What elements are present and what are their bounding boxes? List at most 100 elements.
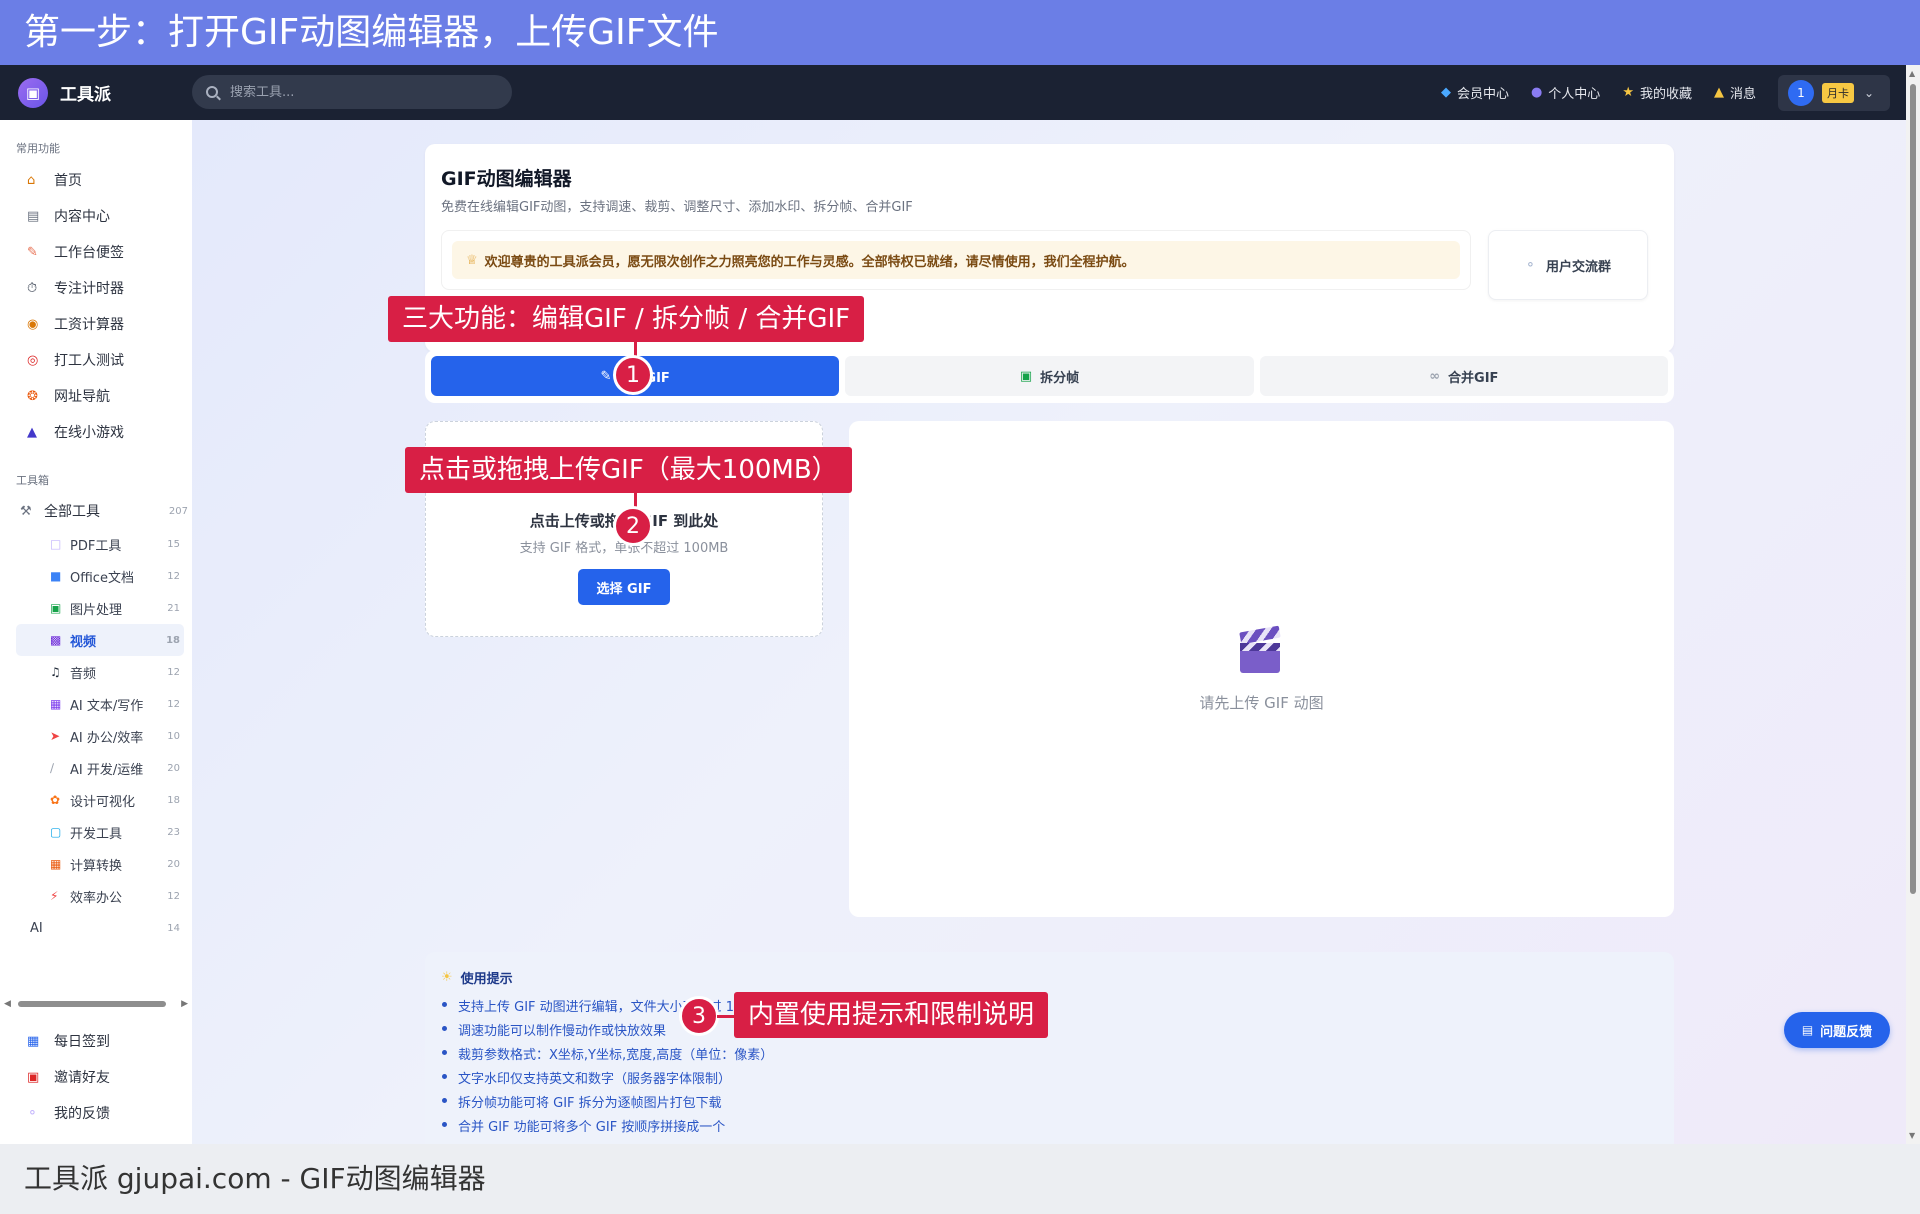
list-item: 拆分帧功能可将 GIF 拆分为逐帧图片打包下载 bbox=[441, 1092, 1658, 1116]
nav-label: 个人中心 bbox=[1548, 87, 1601, 102]
user-menu[interactable]: 1 月卡 ⌄ bbox=[1778, 74, 1890, 111]
tools-list: ⚒ 全部工具 207 □ PDF工具 15 ■ Office文档 12 ▣ 图片处理 21 … bbox=[0, 494, 192, 944]
scroll-right-icon[interactable]: ▶ bbox=[181, 999, 188, 1009]
sidebar-horizontal-scrollbar[interactable]: ◀ ▶ bbox=[4, 997, 188, 1011]
tab-merge-gif[interactable]: ∞ 合并GIF bbox=[1259, 356, 1668, 396]
welcome-text: 欢迎尊贵的工具派会员，愿无限次创作之力照亮您的工作与灵感。全部特权已就绪，请尽情… bbox=[484, 254, 1135, 270]
footer-caption: 工具派 gjupai.com - GIF动图编辑器 bbox=[0, 1144, 1920, 1214]
list-item: 支持上传 GIF 动图进行编辑，文件大小不超过 100MB bbox=[441, 996, 1658, 1020]
sidebar-item-label: AI 办公/效率 bbox=[70, 730, 144, 746]
header-actions: ◆ 会员中心 ● 个人中心 ★ 我的收藏 ▲ 消息 1 月卡 ⌄ bbox=[1419, 65, 1890, 120]
feedback-button[interactable]: ▤ 问题反馈 bbox=[1784, 1012, 1890, 1048]
rocket-icon: ➤ bbox=[50, 729, 61, 743]
tips-title: ☀ 使用提示 bbox=[441, 968, 1658, 987]
sidebar-item-salary[interactable]: ◉ 工资计算器 bbox=[0, 306, 192, 342]
sidebar-item-calc[interactable]: ▦ 计算转换 20 bbox=[16, 848, 184, 880]
scrollbar-thumb[interactable] bbox=[1910, 84, 1916, 894]
home-icon: ⌂ bbox=[27, 172, 36, 188]
crown-icon: ♕ bbox=[466, 252, 478, 268]
sidebar-item-all-tools[interactable]: ⚒ 全部工具 207 bbox=[0, 494, 192, 528]
sidebar-item-video[interactable]: ▩ 视频 18 bbox=[16, 624, 184, 656]
newspaper-icon: ▤ bbox=[27, 208, 40, 224]
annotation-callout-2: 点击或拖拽上传GIF（最大100MB） bbox=[405, 447, 852, 493]
sidebar-item-label: 全部工具 bbox=[44, 504, 100, 520]
document-icon: ▤ bbox=[1801, 1023, 1814, 1037]
sidebar-item-ai-office[interactable]: ➤ AI 办公/效率 10 bbox=[16, 720, 184, 752]
welcome-message: ♕ 欢迎尊贵的工具派会员，愿无限次创作之力照亮您的工作与灵感。全部特权已就绪，请… bbox=[452, 241, 1460, 279]
sidebar-item-dev-tools[interactable]: ▢ 开发工具 23 bbox=[16, 816, 184, 848]
sidebar-item-feedback[interactable]: ⚬ 我的反馈 bbox=[0, 1095, 192, 1131]
nav-favorites[interactable]: ★ 我的收藏 bbox=[1622, 83, 1692, 102]
count-badge: 14 bbox=[167, 922, 180, 934]
chat-icon: ⚬ bbox=[1525, 257, 1536, 273]
sidebar-item-pdf[interactable]: □ PDF工具 15 bbox=[16, 528, 184, 560]
tips-title-text: 使用提示 bbox=[460, 972, 513, 987]
sidebar-item-home[interactable]: ⌂ 首页 bbox=[0, 162, 192, 198]
sidebar-item-ai-dev[interactable]: ∕ AI 开发/运维 20 bbox=[16, 752, 184, 784]
nav-personal-center[interactable]: ● 个人中心 bbox=[1531, 83, 1600, 102]
scroll-down-icon[interactable]: ▼ bbox=[1909, 1131, 1915, 1140]
sidebar-item-ai[interactable]: AI 14 bbox=[16, 912, 184, 944]
sidebar-item-worker-test[interactable]: ◎ 打工人测试 bbox=[0, 342, 192, 378]
sidebar-item-content-center[interactable]: ▤ 内容中心 bbox=[0, 198, 192, 234]
nav-label: 我的收藏 bbox=[1639, 87, 1692, 102]
search-input[interactable] bbox=[230, 84, 480, 100]
tab-label: 合并GIF bbox=[1448, 370, 1499, 386]
app-name: 工具派 bbox=[60, 85, 111, 105]
sidebar-item-games[interactable]: ▲ 在线小游戏 bbox=[0, 414, 192, 450]
sidebar-item-ai-writing[interactable]: ▦ AI 文本/写作 12 bbox=[16, 688, 184, 720]
list-item: 文字水印仅支持英文和数字（服务器字体限制） bbox=[441, 1068, 1658, 1092]
music-icon: ♫ bbox=[50, 665, 61, 679]
sidebar-item-checkin[interactable]: ▦ 每日签到 bbox=[0, 1023, 192, 1059]
sidebar-item-label: 打工人测试 bbox=[54, 353, 124, 369]
list-item: 合并 GIF 功能可将多个 GIF 按顺序拼接成一个 bbox=[441, 1116, 1658, 1140]
annotation-marker-2: 2 bbox=[613, 506, 653, 546]
user-group-button[interactable]: ⚬ 用户交流群 bbox=[1488, 230, 1648, 300]
sidebar-item-memo[interactable]: ✎ 工作台便签 bbox=[0, 234, 192, 270]
sidebar-item-nav[interactable]: ❂ 网址导航 bbox=[0, 378, 192, 414]
plan-badge: 月卡 bbox=[1822, 82, 1854, 103]
count-badge: 12 bbox=[167, 666, 180, 678]
timer-icon: ⏱ bbox=[27, 280, 38, 296]
sidebar-item-design[interactable]: ✿ 设计可视化 18 bbox=[16, 784, 184, 816]
sidebar-item-timer[interactable]: ⏱ 专注计时器 bbox=[0, 270, 192, 306]
gamepad-icon: ▲ bbox=[27, 424, 37, 440]
sidebar: 常用功能 ⌂ 首页 ▤ 内容中心 ✎ 工作台便签 ⏱ 专注计时器 ◉ 工资计算器 ◎ 打工人… bbox=[0, 120, 192, 1144]
sidebar-item-audio[interactable]: ♫ 音频 12 bbox=[16, 656, 184, 688]
tab-split-frames[interactable]: ▣ 拆分帧 bbox=[845, 356, 1254, 396]
page-vertical-scrollbar[interactable]: ▲ ▼ bbox=[1906, 65, 1920, 1144]
briefcase-icon: ▣ bbox=[18, 77, 48, 108]
sidebar-item-label: 工作台便签 bbox=[54, 245, 124, 261]
diamond-icon: ◆ bbox=[1440, 85, 1451, 100]
page-subtitle: 免费在线编辑GIF动图，支持调速、裁剪、调整尺寸、添加水印、拆分帧、合并GIF bbox=[441, 200, 913, 215]
sidebar-item-label: AI 文本/写作 bbox=[70, 698, 144, 714]
choose-gif-button[interactable]: 选择 GIF bbox=[578, 569, 670, 605]
sidebar-item-label: 设计可视化 bbox=[70, 794, 136, 810]
scroll-up-icon[interactable]: ▲ bbox=[1909, 69, 1915, 78]
sidebar-item-label: PDF工具 bbox=[70, 538, 122, 554]
logo[interactable]: ▣ 工具派 bbox=[18, 77, 111, 108]
nav-member-center[interactable]: ◆ 会员中心 bbox=[1441, 83, 1509, 102]
bottom-list: ▦ 每日签到 ▣ 邀请好友 ⚬ 我的反馈 bbox=[0, 1023, 192, 1131]
main-content: GIF动图编辑器 免费在线编辑GIF动图，支持调速、裁剪、调整尺寸、添加水印、拆… bbox=[192, 120, 1910, 1144]
pencil-icon: ✎ bbox=[600, 368, 612, 384]
sidebar-item-invite[interactable]: ▣ 邀请好友 bbox=[0, 1059, 192, 1095]
scroll-left-icon[interactable]: ◀ bbox=[4, 999, 11, 1009]
nav-label: 会员中心 bbox=[1456, 87, 1509, 102]
lightning-icon: ⚡ bbox=[50, 889, 59, 903]
list-item: 裁剪参数格式：X坐标,Y坐标,宽度,高度（单位：像素） bbox=[441, 1044, 1658, 1068]
clapper-icon bbox=[1238, 625, 1282, 675]
search-box[interactable] bbox=[192, 75, 512, 109]
count-badge: 20 bbox=[167, 762, 180, 774]
sidebar-item-label: 效率办公 bbox=[70, 890, 123, 906]
nav-messages[interactable]: ▲ 消息 bbox=[1714, 83, 1756, 102]
sidebar-item-label: 网址导航 bbox=[54, 389, 110, 405]
sidebar-item-office[interactable]: ■ Office文档 12 bbox=[16, 560, 184, 592]
star-icon: ★ bbox=[1622, 85, 1634, 100]
annotation-marker-1: 1 bbox=[613, 355, 653, 395]
sidebar-item-image[interactable]: ▣ 图片处理 21 bbox=[16, 592, 184, 624]
scrollbar-thumb[interactable] bbox=[18, 1001, 166, 1007]
sidebar-item-efficiency[interactable]: ⚡ 效率办公 12 bbox=[16, 880, 184, 912]
speech-bubble-icon: ⚬ bbox=[27, 1105, 38, 1121]
sidebar-item-label: 工资计算器 bbox=[54, 317, 124, 333]
